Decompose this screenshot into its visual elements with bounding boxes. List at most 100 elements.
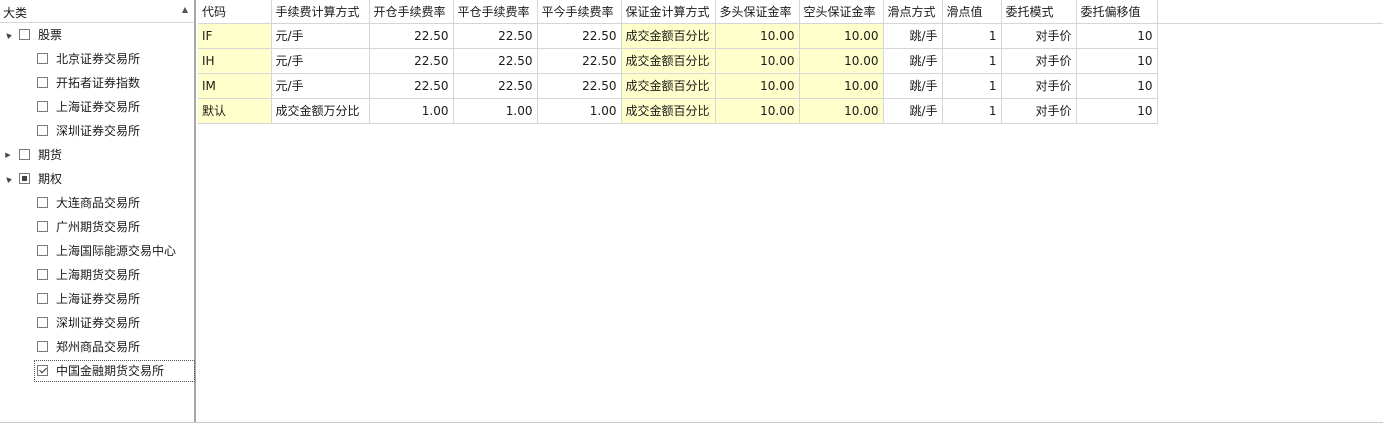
table-cell[interactable]: 1.00 <box>453 98 538 124</box>
table-cell[interactable]: 跳/手 <box>883 48 943 74</box>
table-cell[interactable]: 10.00 <box>715 98 800 124</box>
checkbox[interactable] <box>37 53 48 64</box>
table-cell[interactable]: 22.50 <box>537 48 622 74</box>
checkbox[interactable] <box>37 101 48 112</box>
table-cell[interactable]: 22.50 <box>453 48 538 74</box>
tree-exchange-node[interactable]: 深圳证券交易所 <box>0 119 194 143</box>
expand-arrow-icon[interactable]: ▶ <box>3 143 13 167</box>
checkbox[interactable] <box>37 77 48 88</box>
table-cell[interactable]: 元/手 <box>271 23 370 49</box>
table-cell[interactable]: 对手价 <box>1001 48 1077 74</box>
table-row[interactable]: 默认 成交金额万分比 1.00 1.00 1.00 成交金额百分比 10.00 10.00 跳/… <box>198 98 1158 124</box>
tree-exchange-node[interactable]: 上海证券交易所 <box>0 287 194 311</box>
table-cell[interactable]: 10 <box>1076 98 1158 124</box>
checkbox[interactable] <box>37 341 48 352</box>
table-cell[interactable]: 10 <box>1076 23 1158 49</box>
tree-exchange-node[interactable]: 开拓者证券指数 <box>0 71 194 95</box>
checkbox[interactable] <box>37 293 48 304</box>
table-cell[interactable]: 22.50 <box>537 23 622 49</box>
checkbox[interactable] <box>37 125 48 136</box>
column-header[interactable]: 保证金计算方式 <box>621 0 716 24</box>
table-cell[interactable]: 跳/手 <box>883 73 943 99</box>
column-header[interactable]: 多头保证金率 <box>715 0 800 24</box>
tree-exchange-node[interactable]: 上海国际能源交易中心 <box>0 239 194 263</box>
table-cell[interactable]: 10 <box>1076 73 1158 99</box>
table-cell[interactable]: 1.00 <box>369 98 454 124</box>
table-cell[interactable]: 成交金额万分比 <box>271 98 370 124</box>
sort-ascending-icon[interactable]: ▲ <box>182 5 188 14</box>
table-cell[interactable]: 跳/手 <box>883 23 943 49</box>
tree-exchange-node[interactable]: 郑州商品交易所 <box>0 335 194 359</box>
column-header[interactable]: 平今手续费率 <box>537 0 622 24</box>
tree-exchange-node[interactable]: 广州期货交易所 <box>0 215 194 239</box>
checkbox[interactable] <box>37 221 48 232</box>
table-cell[interactable]: 1 <box>942 23 1002 49</box>
table-cell[interactable]: 1 <box>942 48 1002 74</box>
checkbox[interactable] <box>19 29 30 40</box>
tree-category-node[interactable]: ▲ 期权 <box>0 167 194 191</box>
column-header[interactable]: 滑点方式 <box>883 0 943 24</box>
table-row[interactable]: IM 元/手 22.50 22.50 22.50 成交金额百分比 10.00 10.00 跳/手… <box>198 73 1158 99</box>
tree-exchange-node[interactable]: 北京证券交易所 <box>0 47 194 71</box>
column-header[interactable]: 滑点值 <box>942 0 1002 24</box>
table-cell[interactable]: 10.00 <box>799 98 884 124</box>
table-cell[interactable]: IH <box>198 48 272 74</box>
collapse-arrow-icon[interactable]: ▲ <box>0 23 20 47</box>
checkbox[interactable] <box>37 197 48 208</box>
table-cell[interactable]: 10.00 <box>715 73 800 99</box>
column-header[interactable]: 空头保证金率 <box>799 0 884 24</box>
table-cell[interactable]: 成交金额百分比 <box>621 98 716 124</box>
tree-node-label: 广州期货交易所 <box>56 220 141 234</box>
table-cell[interactable]: 10.00 <box>715 23 800 49</box>
table-cell[interactable]: 对手价 <box>1001 98 1077 124</box>
column-header[interactable]: 委托偏移值 <box>1076 0 1158 24</box>
table-cell[interactable]: 1.00 <box>537 98 622 124</box>
table-cell[interactable]: 22.50 <box>369 73 454 99</box>
collapse-arrow-icon[interactable]: ▲ <box>0 167 20 191</box>
tree-category-node[interactable]: ▲ 股票 <box>0 23 194 47</box>
checkbox[interactable] <box>19 173 30 184</box>
table-cell[interactable]: 元/手 <box>271 73 370 99</box>
table-cell[interactable]: 成交金额百分比 <box>621 23 716 49</box>
tree-exchange-node[interactable]: 上海证券交易所 <box>0 95 194 119</box>
table-cell[interactable]: 默认 <box>198 98 272 124</box>
checkbox[interactable] <box>37 245 48 256</box>
table-cell[interactable]: IM <box>198 73 272 99</box>
column-header[interactable]: 平仓手续费率 <box>453 0 538 24</box>
table-cell[interactable]: 1 <box>942 73 1002 99</box>
table-cell[interactable]: 22.50 <box>453 73 538 99</box>
table-cell[interactable]: IF <box>198 23 272 49</box>
table-cell[interactable]: 成交金额百分比 <box>621 48 716 74</box>
table-cell[interactable]: 22.50 <box>453 23 538 49</box>
table-cell[interactable]: 10.00 <box>799 23 884 49</box>
table-cell[interactable]: 对手价 <box>1001 23 1077 49</box>
checkbox[interactable] <box>37 317 48 328</box>
column-header[interactable]: 委托模式 <box>1001 0 1077 24</box>
table-cell[interactable]: 10.00 <box>799 73 884 99</box>
table-cell[interactable]: 10 <box>1076 48 1158 74</box>
table-cell[interactable]: 22.50 <box>369 23 454 49</box>
table-cell[interactable]: 1 <box>942 98 1002 124</box>
table-cell[interactable]: 成交金额百分比 <box>621 73 716 99</box>
tree-exchange-node[interactable]: 大连商品交易所 <box>0 191 194 215</box>
table-cell[interactable]: 22.50 <box>537 73 622 99</box>
table-cell[interactable]: 22.50 <box>369 48 454 74</box>
checkbox[interactable] <box>37 365 48 376</box>
table-cell[interactable]: 元/手 <box>271 48 370 74</box>
tree-exchange-node[interactable]: 中国金融期货交易所 <box>0 359 195 383</box>
tree-exchange-node[interactable]: 上海期货交易所 <box>0 263 194 287</box>
table-cell[interactable]: 跳/手 <box>883 98 943 124</box>
tree-category-node[interactable]: ▶ 期货 <box>0 143 194 167</box>
column-header[interactable]: 手续费计算方式 <box>271 0 370 24</box>
tree-exchange-node[interactable]: 深圳证券交易所 <box>0 311 194 335</box>
column-header[interactable]: 开仓手续费率 <box>369 0 454 24</box>
column-header[interactable]: 代码 <box>198 0 272 24</box>
table-cell[interactable]: 对手价 <box>1001 73 1077 99</box>
table-cell[interactable]: 10.00 <box>799 48 884 74</box>
checkbox[interactable] <box>37 269 48 280</box>
table-cell[interactable]: 10.00 <box>715 48 800 74</box>
table-row[interactable]: IH 元/手 22.50 22.50 22.50 成交金额百分比 10.00 10.00 跳/手… <box>198 48 1158 74</box>
table-row[interactable]: IF 元/手 22.50 22.50 22.50 成交金额百分比 10.00 10.00 跳/手… <box>198 23 1158 49</box>
checkbox[interactable] <box>19 149 30 160</box>
tree-header[interactable]: 大类 ▲ <box>0 0 194 23</box>
